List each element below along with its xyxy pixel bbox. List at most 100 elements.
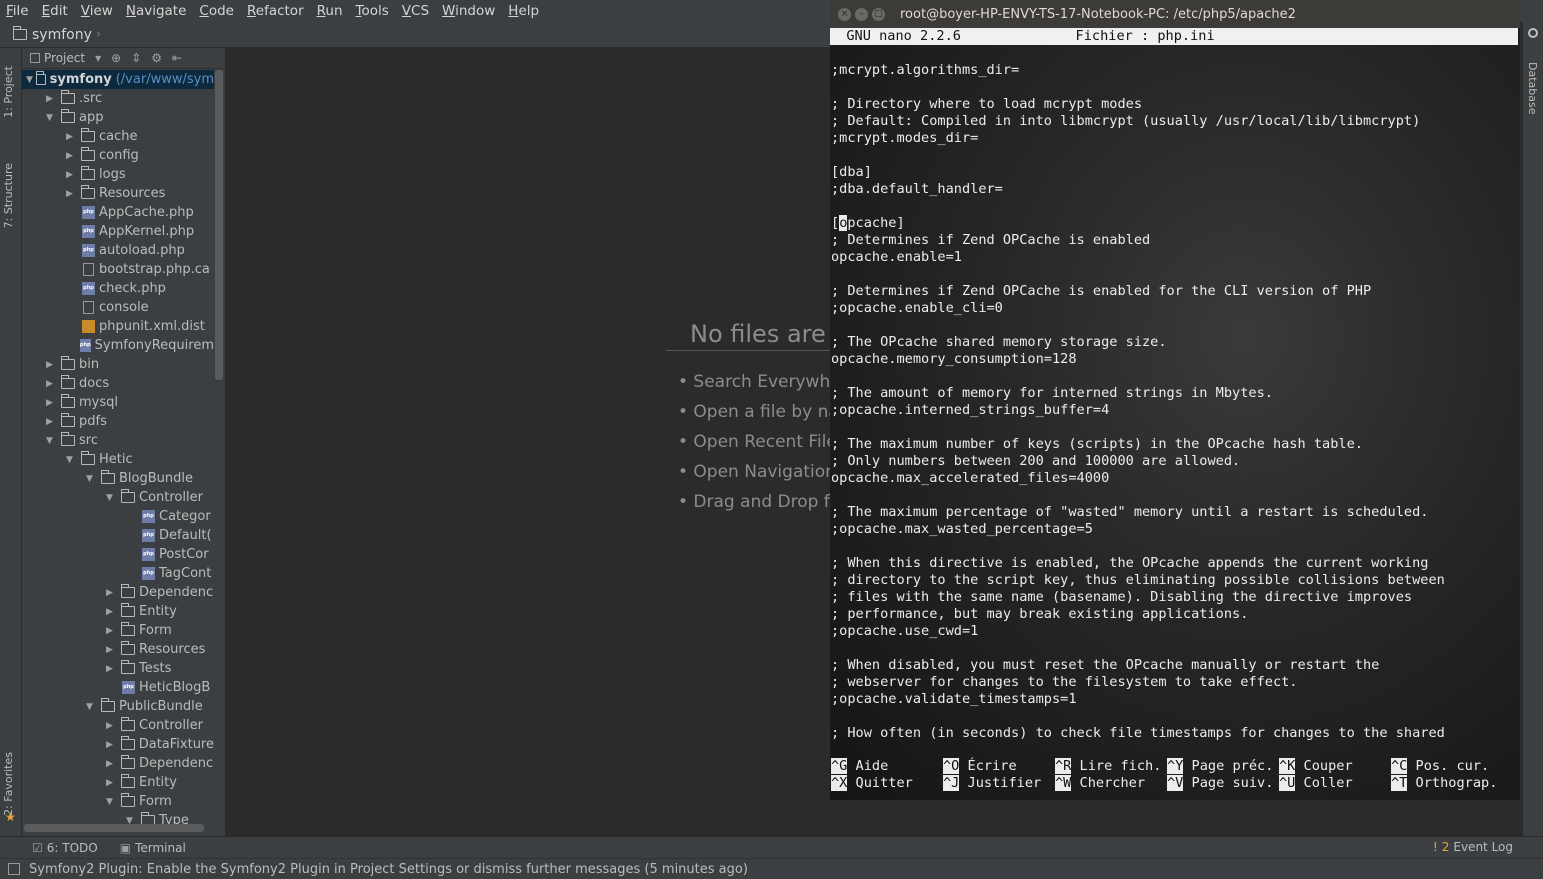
collapsed-arrow-icon[interactable]: ▶ (46, 398, 58, 408)
collapsed-arrow-icon[interactable]: ▶ (66, 132, 78, 142)
dropdown-icon[interactable]: ▾ (95, 51, 101, 65)
menu-edit[interactable]: Edit (42, 3, 68, 19)
expanded-arrow-icon[interactable]: ▼ (46, 436, 58, 446)
collapsed-arrow-icon[interactable]: ▶ (106, 645, 118, 655)
tool-tab-project[interactable]: 1: Project (2, 66, 15, 118)
menu-navigate[interactable]: Navigate (126, 3, 187, 19)
nano-buffer[interactable]: ;mcrypt.algorithms_dir= ; Directory where… (831, 62, 1445, 742)
tree-item[interactable]: ▼ symfony (/var/www/sym (22, 70, 214, 89)
tool-tab-database[interactable]: Database (1526, 62, 1539, 115)
sync-icon[interactable]: ⊕ (111, 51, 121, 65)
collapse-all-icon[interactable]: ⇕ (131, 51, 141, 65)
tree-item[interactable]: php SymfonyRequirem (22, 336, 214, 355)
tree-item[interactable]: php PostCor (22, 545, 214, 564)
tree-item[interactable]: ▶ Dependenc (22, 754, 214, 773)
tree-item[interactable]: ▼ Controller (22, 488, 214, 507)
expanded-arrow-icon[interactable]: ▼ (46, 113, 58, 123)
event-log-button[interactable]: ! 2 Event Log (1433, 840, 1513, 854)
menu-file[interactable]: File (6, 3, 29, 19)
collapsed-arrow-icon[interactable]: ▶ (66, 170, 78, 180)
tree-item[interactable]: ▶ mysql (22, 393, 214, 412)
collapsed-arrow-icon[interactable]: ▶ (106, 759, 118, 769)
tree-item[interactable]: ▶ Form (22, 621, 214, 640)
collapsed-arrow-icon[interactable]: ▶ (106, 664, 118, 674)
search-icon[interactable] (1528, 28, 1538, 38)
close-icon[interactable]: × (838, 7, 851, 21)
expanded-arrow-icon[interactable]: ▼ (86, 702, 98, 712)
tree-item[interactable]: ▼ app (22, 108, 214, 127)
tree-item[interactable]: php AppCache.php (22, 203, 214, 222)
hide-panel-icon[interactable]: ⇤ (172, 51, 182, 65)
tool-tab-todo[interactable]: ☑ 6: TODO (32, 841, 98, 855)
vertical-scrollbar[interactable] (215, 70, 223, 380)
breadcrumb-project[interactable]: symfony (32, 27, 92, 43)
expanded-arrow-icon[interactable]: ▼ (106, 493, 118, 503)
status-toggle-icon[interactable] (8, 863, 20, 875)
terminal-window[interactable]: × – □ root@boyer-HP-ENVY-TS-17-Notebook-… (830, 0, 1520, 800)
tree-item[interactable]: php TagCont (22, 564, 214, 583)
collapsed-arrow-icon[interactable]: ▶ (106, 588, 118, 598)
expanded-arrow-icon[interactable]: ▼ (106, 797, 118, 807)
maximize-icon[interactable]: □ (872, 7, 885, 21)
tree-item[interactable]: ▶ logs (22, 165, 214, 184)
tree-item[interactable]: ▶ Tests (22, 659, 214, 678)
collapsed-arrow-icon[interactable]: ▶ (106, 607, 118, 617)
tree-item[interactable]: ▶ cache (22, 127, 214, 146)
tree-item[interactable]: ▶ DataFixture (22, 735, 214, 754)
tool-tab-structure[interactable]: 7: Structure (2, 163, 15, 228)
tree-item[interactable]: ▶ docs (22, 374, 214, 393)
collapsed-arrow-icon[interactable]: ▶ (106, 778, 118, 788)
collapsed-arrow-icon[interactable]: ▶ (106, 740, 118, 750)
tool-tab-favorites[interactable]: 2: Favorites (2, 752, 15, 816)
menu-tools[interactable]: Tools (356, 3, 389, 19)
horizontal-scrollbar[interactable] (24, 824, 204, 832)
tree-item[interactable]: ▼ src (22, 431, 214, 450)
tree-item[interactable]: php Default( (22, 526, 214, 545)
tree-item[interactable]: phpunit.xml.dist (22, 317, 214, 336)
expanded-arrow-icon[interactable]: ▼ (66, 455, 78, 465)
collapsed-arrow-icon[interactable]: ▶ (46, 360, 58, 370)
tree-item[interactable]: ▶ .src (22, 89, 214, 108)
project-view-selector[interactable]: Project (44, 51, 85, 65)
tree-item[interactable]: ▶ bin (22, 355, 214, 374)
tree-item[interactable]: php autoload.php (22, 241, 214, 260)
tree-item[interactable]: ▶ Resources (22, 184, 214, 203)
gear-icon[interactable]: ⚙ (151, 51, 162, 65)
tree-item[interactable]: php check.php (22, 279, 214, 298)
menu-code[interactable]: Code (199, 3, 234, 19)
collapsed-arrow-icon[interactable]: ▶ (106, 626, 118, 636)
menu-run[interactable]: Run (317, 3, 343, 19)
tree-item[interactable]: ▼ BlogBundle (22, 469, 214, 488)
collapsed-arrow-icon[interactable]: ▶ (46, 94, 58, 104)
collapsed-arrow-icon[interactable]: ▶ (66, 151, 78, 161)
tree-item[interactable]: ▶ Resources (22, 640, 214, 659)
tree-item[interactable]: php AppKernel.php (22, 222, 214, 241)
tree-item[interactable]: bootstrap.php.ca (22, 260, 214, 279)
tree-item[interactable]: ▼ Form (22, 792, 214, 811)
menu-vcs[interactable]: VCS (402, 3, 429, 19)
tree-item[interactable]: ▶ config (22, 146, 214, 165)
collapsed-arrow-icon[interactable]: ▶ (46, 379, 58, 389)
tree-item[interactable]: console (22, 298, 214, 317)
tree-item[interactable]: php HeticBlogB (22, 678, 214, 697)
tree-item[interactable]: ▶ pdfs (22, 412, 214, 431)
tree-item[interactable]: ▼ Hetic (22, 450, 214, 469)
tree-item[interactable]: ▼ PublicBundle (22, 697, 214, 716)
tree-item[interactable]: ▶ Entity (22, 602, 214, 621)
collapsed-arrow-icon[interactable]: ▶ (46, 417, 58, 427)
expanded-arrow-icon[interactable]: ▼ (26, 75, 33, 85)
collapsed-arrow-icon[interactable]: ▶ (66, 189, 78, 199)
terminal-body[interactable]: GNU nano 2.2.6 Fichier : php.ini ;mcrypt… (830, 28, 1520, 800)
menu-window[interactable]: Window (442, 3, 495, 19)
terminal-titlebar[interactable]: × – □ root@boyer-HP-ENVY-TS-17-Notebook-… (830, 0, 1520, 28)
collapsed-arrow-icon[interactable]: ▶ (106, 721, 118, 731)
menu-view[interactable]: View (81, 3, 113, 19)
tree-item[interactable]: ▶ Controller (22, 716, 214, 735)
tree-item[interactable]: ▶ Entity (22, 773, 214, 792)
minimize-icon[interactable]: – (855, 7, 868, 21)
menu-refactor[interactable]: Refactor (247, 3, 304, 19)
menu-help[interactable]: Help (508, 3, 539, 19)
tree-item[interactable]: php Categor (22, 507, 214, 526)
expanded-arrow-icon[interactable]: ▼ (86, 474, 98, 484)
status-message[interactable]: Symfony2 Plugin: Enable the Symfony2 Plu… (29, 862, 748, 877)
